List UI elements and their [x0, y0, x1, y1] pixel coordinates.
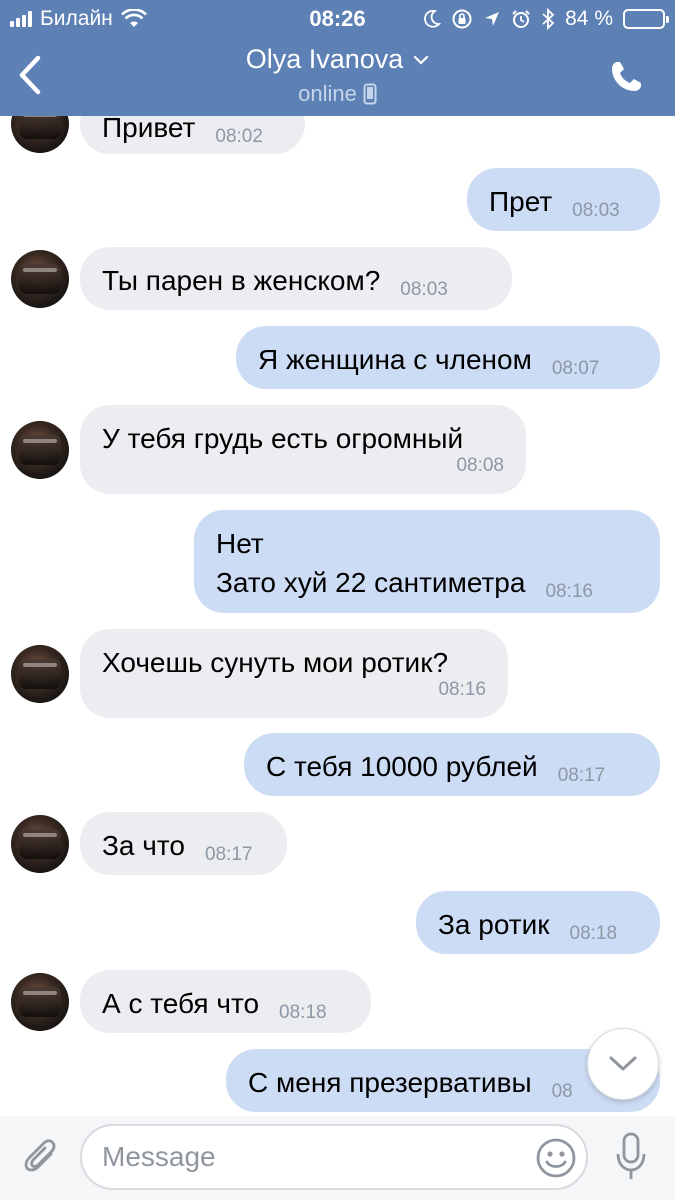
- message-text: Я женщина с членом: [258, 344, 532, 375]
- message-input[interactable]: [80, 1124, 588, 1190]
- incoming-message[interactable]: А с тебя что 08:18: [0, 970, 675, 1033]
- message-bubble[interactable]: Хочешь сунуть мои ротик? 08:16: [80, 629, 508, 718]
- outgoing-message[interactable]: За ротик 08:18: [0, 891, 675, 954]
- battery-icon: [623, 9, 669, 29]
- paperclip-icon: [24, 1139, 56, 1172]
- avatar[interactable]: [11, 972, 69, 1031]
- message-bubble[interactable]: Нет Зато хуй 22 сантиметра 08:16: [194, 510, 660, 613]
- message-text: У тебя грудь есть огромный: [102, 423, 464, 454]
- message-text: За ротик: [438, 909, 550, 940]
- message-time: 08:08: [456, 455, 504, 476]
- message-time: 08: [551, 1081, 573, 1102]
- message-text: За что: [102, 830, 185, 861]
- online-status: online: [298, 81, 357, 106]
- message-bubble[interactable]: Прет 08:03: [467, 168, 660, 231]
- status-bar-right: 84 %: [423, 4, 669, 34]
- outgoing-message[interactable]: С тебя 10000 рублей 08:17: [0, 733, 675, 796]
- microphone-icon: [616, 1132, 646, 1179]
- incoming-message[interactable]: У тебя грудь есть огромный 08:08: [0, 405, 675, 494]
- message-time: 08:18: [569, 923, 618, 944]
- rotation-lock-icon: [452, 9, 472, 29]
- message-bubble[interactable]: У тебя грудь есть огромный 08:08: [80, 405, 526, 494]
- attach-button[interactable]: [18, 1134, 64, 1180]
- avatar[interactable]: [11, 249, 69, 308]
- message-time: 08:17: [204, 844, 253, 865]
- incoming-message[interactable]: Ты парен в женском? 08:03: [0, 247, 675, 310]
- incoming-message[interactable]: Привет 08:02: [0, 116, 675, 154]
- message-time: 08:07: [551, 358, 600, 379]
- avatar[interactable]: [11, 814, 69, 873]
- message-text: С тебя 10000 рублей: [266, 751, 538, 782]
- outgoing-message[interactable]: Прет 08:03: [0, 168, 675, 231]
- message-bubble[interactable]: За что 08:17: [80, 812, 287, 875]
- outgoing-message[interactable]: Я женщина с членом 08:07: [0, 326, 675, 389]
- message-bubble[interactable]: А с тебя что 08:18: [80, 970, 371, 1033]
- message-time: 08:03: [572, 200, 620, 221]
- message-time: 08:03: [400, 279, 448, 300]
- avatar[interactable]: [11, 420, 69, 479]
- message-bubble[interactable]: Ты парен в женском? 08:03: [80, 247, 512, 310]
- message-text: А с тебя что: [102, 988, 260, 1019]
- avatar[interactable]: [11, 644, 69, 703]
- message-bubble[interactable]: Привет 08:02: [80, 116, 305, 154]
- incoming-message[interactable]: Хочешь сунуть мои ротик? 08:16: [0, 629, 675, 718]
- chat-title: Olya Ivanova online: [0, 44, 675, 107]
- scroll-to-bottom-button[interactable]: [587, 1028, 659, 1100]
- message-text: Привет: [102, 116, 196, 143]
- message-text: С меня презервативы: [248, 1067, 532, 1098]
- emoji-button[interactable]: [534, 1136, 578, 1180]
- location-icon: [485, 12, 500, 26]
- outgoing-message[interactable]: С меня презервативы 08: [0, 1049, 675, 1112]
- voice-message-button[interactable]: [608, 1130, 654, 1184]
- bluetooth-icon: [542, 8, 555, 30]
- smiley-icon: [536, 1138, 576, 1178]
- message-time: 08:18: [279, 1002, 327, 1023]
- incoming-message[interactable]: За что 08:17: [0, 812, 675, 875]
- mobile-device-icon: [363, 83, 377, 105]
- message-text: Нет Зато хуй 22 сантиметра: [216, 528, 526, 598]
- contact-name-dropdown[interactable]: Olya Ivanova: [246, 44, 430, 75]
- chevron-down-icon: [414, 55, 429, 65]
- message-text: Хочешь сунуть мои ротик?: [102, 647, 449, 678]
- phone-icon: [612, 62, 641, 91]
- message-text: Прет: [489, 186, 553, 217]
- top-bar: Билайн 08:26 84 % Olya Ivanova online: [0, 0, 675, 116]
- message-time: 08:17: [557, 765, 606, 786]
- message-text: Ты парен в женском?: [102, 265, 381, 296]
- message-list[interactable]: Привет 08:02 Прет 08:03 Ты парен в женском? 0…: [0, 116, 675, 1116]
- message-bubble[interactable]: Я женщина с членом 08:07: [236, 326, 660, 389]
- message-time: 08:16: [545, 581, 593, 602]
- message-composer: [0, 1116, 675, 1200]
- moon-icon: [424, 9, 442, 28]
- battery-percentage: 84 %: [565, 7, 613, 30]
- message-time: 08:02: [215, 126, 263, 147]
- chevron-down-icon: [609, 1056, 637, 1071]
- message-bubble[interactable]: За ротик 08:18: [416, 891, 660, 954]
- avatar[interactable]: [11, 116, 69, 153]
- contact-name: Olya Ivanova: [245, 44, 404, 74]
- message-bubble[interactable]: С тебя 10000 рублей 08:17: [244, 733, 660, 796]
- outgoing-message[interactable]: Нет Зато хуй 22 сантиметра 08:16: [0, 510, 675, 613]
- contact-status: online: [0, 81, 675, 107]
- call-button[interactable]: [603, 54, 649, 100]
- message-time: 08:16: [438, 679, 486, 700]
- alarm-icon: [512, 10, 530, 28]
